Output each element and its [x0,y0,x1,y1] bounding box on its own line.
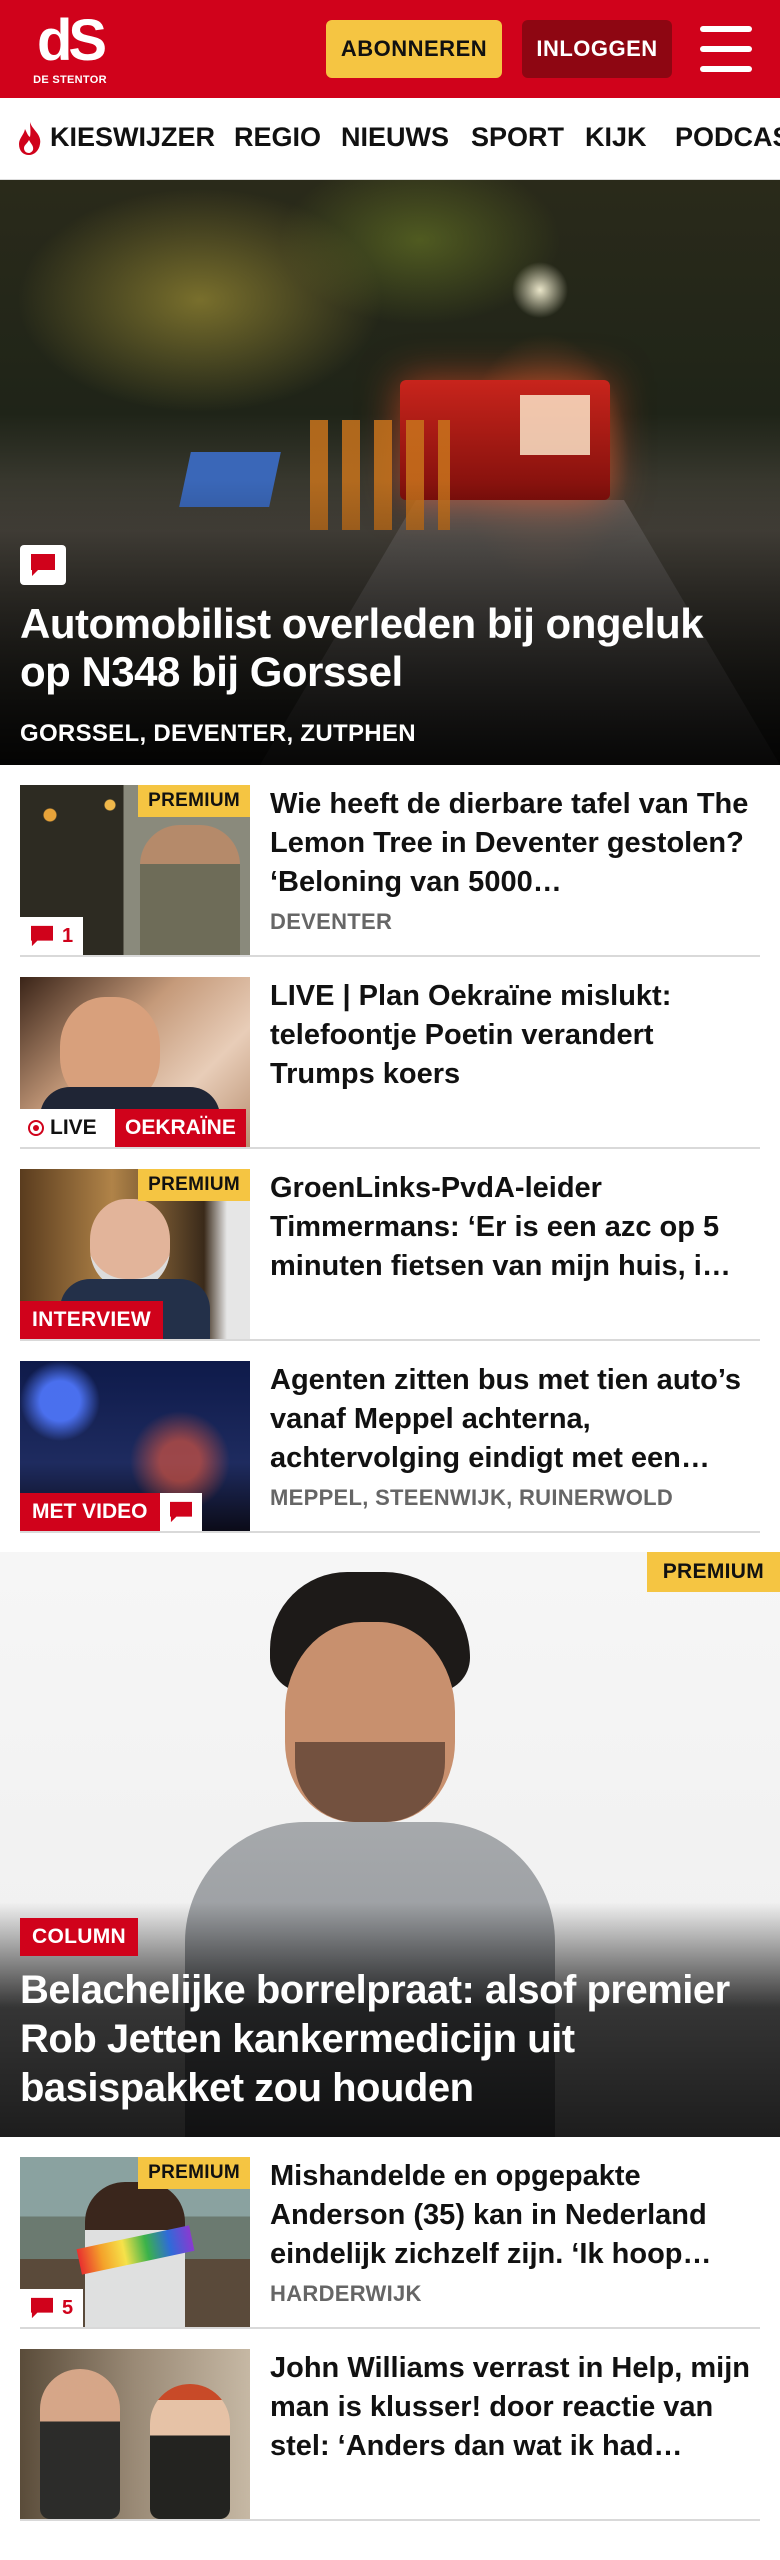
thumbnail-person [150,2384,230,2519]
logo-mark: dS [36,8,107,73]
live-label: LIVE [50,1116,97,1139]
site-logo[interactable]: dS DE STENTOR [30,12,110,90]
menu-icon[interactable] [700,26,752,72]
hero-tags: GORSSEL, DEVENTER, ZUTPHEN [20,720,416,747]
comment-icon [20,545,66,585]
topic-badge: OEKRAÏNE [115,1109,246,1147]
video-label: MET VIDEO [20,1493,160,1531]
subscribe-button[interactable]: ABONNEREN [326,20,502,78]
article-title[interactable]: Wie heeft de dierbare tafel van The Lemo… [270,785,760,902]
article-card[interactable]: PREMIUM 1 Wie heeft de dierbare tafel va… [20,765,760,957]
live-dot-icon [28,1120,44,1136]
site-header: dS DE STENTOR ABONNEREN INLOGGEN [0,0,780,98]
article-card[interactable]: PREMIUM 5 Mishandelde en opgepakte Ander… [20,2137,760,2329]
logo-subtitle: DE STENTOR [33,74,107,86]
nav-item-kijk[interactable]: KIJK [585,122,647,153]
login-button[interactable]: INLOGGEN [522,20,672,78]
comment-count: 1 [62,924,74,947]
article-thumbnail: PREMIUM INTERVIEW [20,1169,250,1339]
nav-item-nieuws[interactable]: NIEUWS [341,122,449,153]
comment-count: 5 [62,2296,74,2319]
column-badge: COLUMN [20,1918,138,1956]
premium-badge: PREMIUM [138,1169,250,1201]
article-title[interactable]: Agenten zitten bus met tien auto’s vanaf… [270,1361,760,1478]
article-card[interactable]: PREMIUM INTERVIEW GroenLinks-PvdA-leider… [20,1149,760,1341]
thumbnail-person [90,1199,170,1289]
live-badge: LIVE [20,1109,115,1147]
article-tags: MEPPEL, STEENWIJK, RUINERWOLD [270,1485,674,1510]
article-tags: HARDERWIJK [270,2281,422,2306]
premium-badge: PREMIUM [646,1552,780,1592]
nav-item-kieswijzer[interactable]: KIESWIJZER [50,122,215,153]
hero-title[interactable]: Automobilist overleden bij ongeluk op N3… [20,600,760,696]
column-article[interactable]: PREMIUM COLUMN Belachelijke borrelpraat:… [0,1552,780,2137]
article-card[interactable]: LIVE OEKRAÏNE LIVE | Plan Oekraïne mislu… [20,957,760,1149]
premium-badge: PREMIUM [138,785,250,817]
article-title[interactable]: GroenLinks-PvdA-leider Timmermans: ‘Er i… [270,1169,760,1286]
article-thumbnail: PREMIUM 5 [20,2157,250,2327]
nav-item-regio[interactable]: REGIO [234,122,321,153]
hero-article[interactable]: Automobilist overleden bij ongeluk op N3… [0,180,780,765]
video-badge: MET VIDEO [20,1493,202,1531]
flame-icon [19,122,41,155]
nav-item-sport[interactable]: SPORT [471,122,564,153]
article-card[interactable]: John Williams verrast in Help, mijn man … [20,2329,760,2521]
article-title[interactable]: LIVE | Plan Oekraïne mislukt: telefoontj… [270,977,760,1094]
thumbnail-person [140,825,240,955]
article-thumbnail: LIVE OEKRAÏNE [20,977,250,1147]
comment-icon [31,2297,53,2319]
comment-icon [159,1493,202,1531]
article-thumbnail: MET VIDEO [20,1361,250,1531]
comment-icon [31,925,53,947]
comment-count-badge: 1 [20,917,84,955]
article-tags: DEVENTER [270,909,393,934]
article-thumbnail: PREMIUM 1 [20,785,250,955]
article-title[interactable]: John Williams verrast in Help, mijn man … [270,2349,760,2466]
premium-badge: PREMIUM [138,2157,250,2189]
article-card[interactable]: MET VIDEO Agenten zitten bus met tien au… [20,1341,760,1533]
thumbnail-person [40,2369,120,2519]
article-thumbnail [20,2349,250,2519]
interview-badge: INTERVIEW [20,1301,163,1339]
article-title[interactable]: Mishandelde en opgepakte Anderson (35) k… [270,2157,760,2274]
comment-count-badge: 5 [20,2289,84,2327]
column-title[interactable]: Belachelijke borrelpraat: alsof premier … [20,1966,760,2113]
nav-item-podcast[interactable]: PODCAST [675,122,780,153]
main-nav: KIESWIJZER REGIO NIEUWS SPORT KIJK PODCA… [0,98,780,180]
